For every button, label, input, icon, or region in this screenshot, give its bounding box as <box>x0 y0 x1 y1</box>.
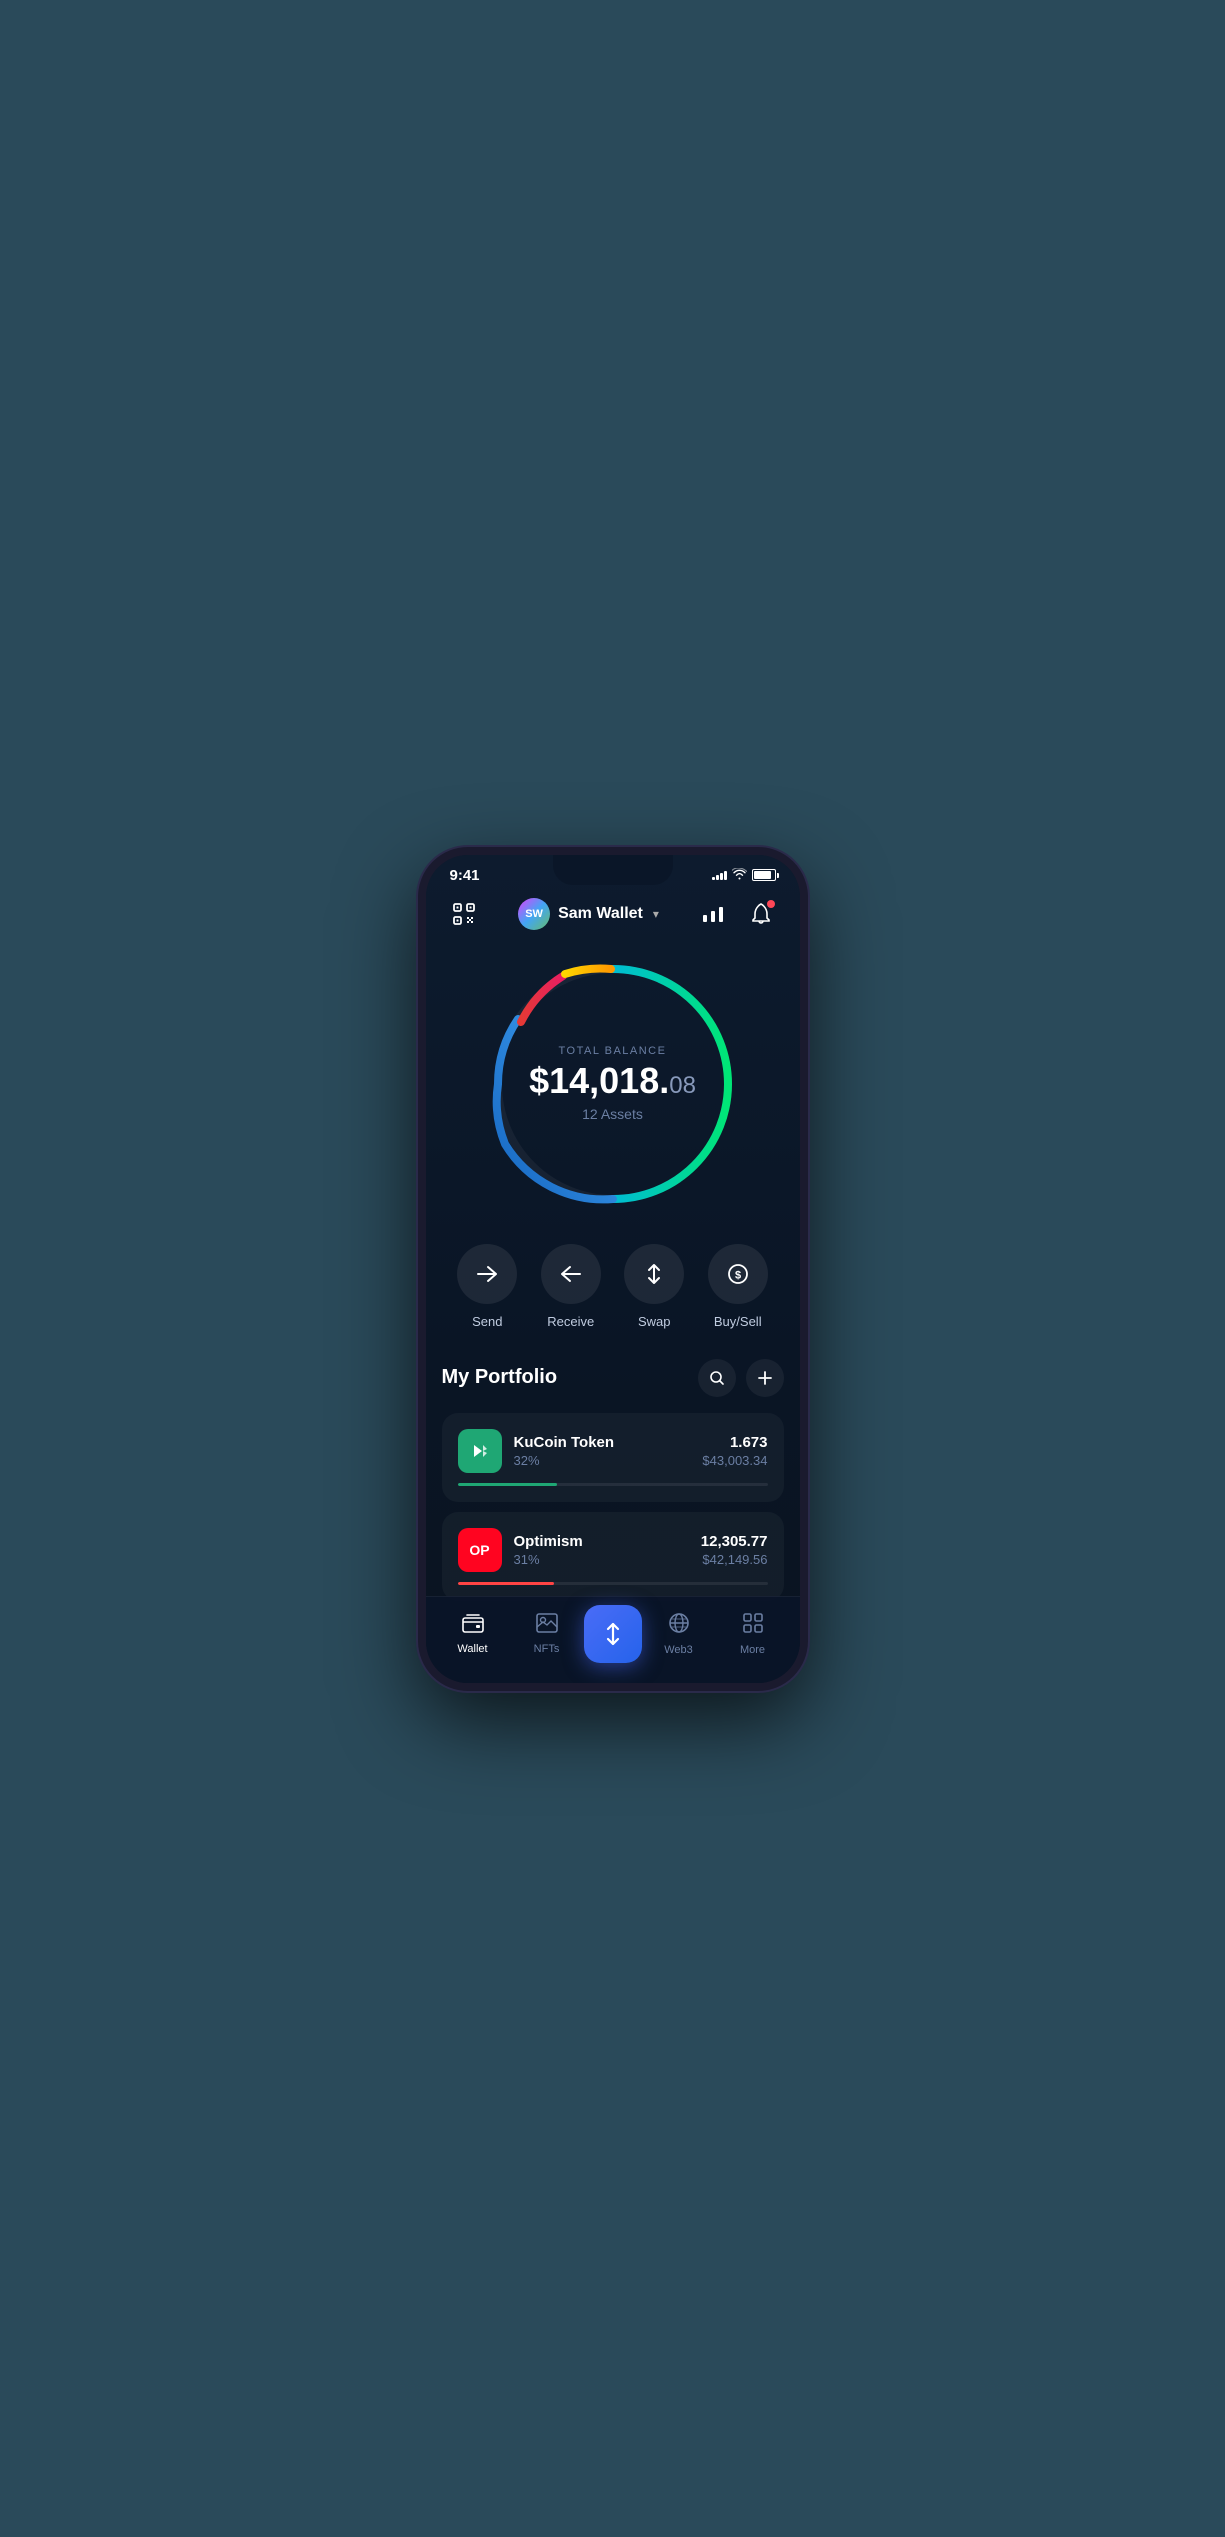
header-center[interactable]: SW Sam Wallet ▾ <box>518 898 659 930</box>
scan-button[interactable] <box>446 896 482 932</box>
status-icons <box>712 868 776 883</box>
balance-cents: 08 <box>669 1072 696 1099</box>
center-swap-icon <box>600 1621 626 1647</box>
signal-bar-3 <box>720 873 723 880</box>
portfolio-search-button[interactable] <box>698 1359 736 1397</box>
op-logo-text: OP <box>469 1542 489 1558</box>
portfolio-add-button[interactable] <box>746 1359 784 1397</box>
kucoin-icon <box>466 1437 494 1465</box>
more-nav-label: More <box>740 1644 765 1656</box>
notch <box>553 855 673 885</box>
chart-button[interactable] <box>695 896 731 932</box>
portfolio-actions <box>698 1359 784 1397</box>
portfolio-title: My Portfolio <box>442 1366 558 1389</box>
status-time: 9:41 <box>450 867 480 884</box>
nav-web3[interactable]: Web3 <box>642 1612 716 1656</box>
wallet-nav-icon <box>462 1613 484 1639</box>
signal-bars-icon <box>712 871 727 880</box>
optimism-progress-bar <box>458 1582 768 1585</box>
kucoin-quantity: 1.673 <box>702 1434 767 1451</box>
kucoin-usd: $43,003.34 <box>702 1453 767 1468</box>
avatar: SW <box>518 898 550 930</box>
content-scroll: My Portfolio <box>426 1359 800 1621</box>
swap-action[interactable]: Swap <box>624 1244 684 1329</box>
asset-card-inner-op: OP Optimism 31% 12,305.77 $42,149.56 <box>458 1528 768 1572</box>
kucoin-info: KuCoin Token 32% <box>514 1434 691 1468</box>
swap-label: Swap <box>638 1314 671 1329</box>
optimism-name: Optimism <box>514 1533 689 1550</box>
header-right <box>695 896 779 932</box>
assets-label: 12 Assets <box>483 1106 743 1122</box>
total-balance-label: TOTAL BALANCE <box>483 1045 743 1057</box>
chart-icon <box>702 905 724 923</box>
nav-more[interactable]: More <box>716 1612 790 1656</box>
header-left <box>446 896 482 932</box>
nfts-nav-icon <box>536 1613 558 1639</box>
wifi-icon <box>732 868 747 883</box>
receive-label: Receive <box>547 1314 594 1329</box>
send-label: Send <box>472 1314 502 1329</box>
send-action[interactable]: Send <box>457 1244 517 1329</box>
kucoin-progress-bar <box>458 1483 768 1486</box>
buysell-action[interactable]: $ Buy/Sell <box>708 1244 768 1329</box>
phone-frame: 9:41 <box>418 847 808 1691</box>
optimism-usd: $42,149.56 <box>701 1552 768 1567</box>
kucoin-logo <box>458 1429 502 1473</box>
notification-badge <box>767 900 775 908</box>
kucoin-name: KuCoin Token <box>514 1434 691 1451</box>
header: SW Sam Wallet ▾ <box>426 888 800 944</box>
nfts-nav-label: NFTs <box>534 1643 560 1655</box>
buysell-icon: $ <box>708 1244 768 1304</box>
web3-nav-label: Web3 <box>664 1644 693 1656</box>
wallet-nav-label: Wallet <box>457 1643 487 1655</box>
kucoin-amounts: 1.673 $43,003.34 <box>702 1434 767 1468</box>
portfolio-header: My Portfolio <box>442 1359 784 1397</box>
balance-section: TOTAL BALANCE $14,018.08 12 Assets <box>426 944 800 1234</box>
send-icon <box>457 1244 517 1304</box>
kucoin-percentage: 32% <box>514 1453 691 1468</box>
scan-icon <box>452 902 476 926</box>
kucoin-progress-fill <box>458 1483 557 1486</box>
signal-bar-2 <box>716 875 719 880</box>
receive-action[interactable]: Receive <box>541 1244 601 1329</box>
balance-amount: $14,018.08 <box>483 1061 743 1101</box>
asset-card-optimism[interactable]: OP Optimism 31% 12,305.77 $42,149.56 <box>442 1512 784 1601</box>
more-nav-icon <box>742 1612 764 1640</box>
add-icon <box>757 1370 773 1386</box>
signal-bar-4 <box>724 871 727 880</box>
optimism-quantity: 12,305.77 <box>701 1533 768 1550</box>
search-icon <box>709 1370 725 1386</box>
portfolio-section: My Portfolio <box>426 1359 800 1601</box>
buysell-label: Buy/Sell <box>714 1314 762 1329</box>
receive-icon <box>541 1244 601 1304</box>
battery-fill <box>754 871 771 879</box>
bottom-nav: Wallet NFTs Web3 <box>426 1596 800 1683</box>
optimism-info: Optimism 31% <box>514 1533 689 1567</box>
wallet-name: Sam Wallet <box>558 905 643 923</box>
optimism-progress-fill <box>458 1582 554 1585</box>
battery-icon <box>752 869 776 881</box>
web3-nav-icon <box>668 1612 690 1640</box>
optimism-logo: OP <box>458 1528 502 1572</box>
optimism-percentage: 31% <box>514 1552 689 1567</box>
actions-row: Send Receive Swap $ Buy/Sell <box>426 1234 800 1359</box>
svg-text:$: $ <box>735 1269 741 1281</box>
nav-nfts[interactable]: NFTs <box>510 1613 584 1655</box>
signal-bar-1 <box>712 877 715 880</box>
balance-ring-container: TOTAL BALANCE $14,018.08 12 Assets <box>483 954 743 1214</box>
balance-whole: $14,018. <box>529 1060 669 1101</box>
asset-card-kucoin[interactable]: KuCoin Token 32% 1.673 $43,003.34 <box>442 1413 784 1502</box>
balance-text: TOTAL BALANCE $14,018.08 12 Assets <box>483 1045 743 1123</box>
swap-icon <box>624 1244 684 1304</box>
optimism-amounts: 12,305.77 $42,149.56 <box>701 1533 768 1567</box>
phone-screen: 9:41 <box>426 855 800 1683</box>
chevron-down-icon: ▾ <box>653 907 659 921</box>
notification-button[interactable] <box>743 896 779 932</box>
nav-center-button[interactable] <box>584 1605 642 1663</box>
nav-wallet[interactable]: Wallet <box>436 1613 510 1655</box>
asset-card-inner: KuCoin Token 32% 1.673 $43,003.34 <box>458 1429 768 1473</box>
